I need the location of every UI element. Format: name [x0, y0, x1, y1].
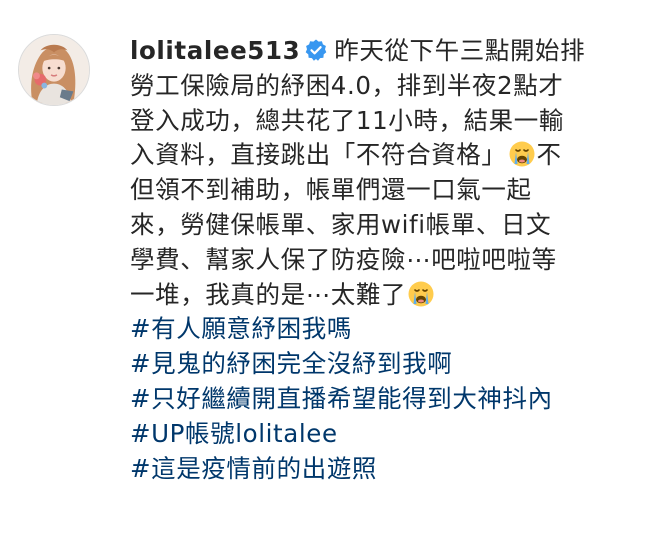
hashtag-link[interactable]: #見鬼的紓困完全沒紓到我啊	[130, 347, 630, 382]
caption-line: 登入成功，總共花了11小時，結果一輸	[130, 105, 564, 135]
caption-line: 入資料，直接跳出「不符合資格」不	[130, 138, 630, 173]
caption-line: 來，勞健保帳單、家用wifi帳單、日文	[130, 209, 552, 239]
verified-badge-icon	[304, 38, 328, 62]
caption-line: 一堆，我真的是⋯太難了	[130, 278, 630, 313]
caption-line: 勞工保險局的紓困4.0，排到半夜2點才	[130, 70, 564, 100]
caption-text: 昨天從下午三點開始排	[334, 36, 586, 65]
hashtag-link[interactable]: #有人願意紓困我嗎	[130, 312, 630, 347]
avatar-illustration	[19, 35, 89, 105]
hashtag-link[interactable]: #只好繼續開直播希望能得到大神抖內	[130, 382, 630, 417]
username-link[interactable]: lolitalee513	[130, 36, 300, 65]
caption-text: 不	[536, 140, 562, 170]
loudly-crying-face-icon	[508, 140, 536, 168]
caption-text: 一堆，我真的是⋯太難了	[130, 279, 407, 309]
hashtag-link[interactable]: #這是疫情前的出遊照	[130, 452, 630, 487]
avatar[interactable]	[18, 34, 90, 106]
hashtag-link[interactable]: #UP帳號lolitalee	[130, 417, 630, 452]
caption-line: 但領不到補助，帳單們還一口氣一起	[130, 175, 532, 205]
caption-line: lolitalee513 昨天從下午三點開始排	[130, 34, 630, 69]
loudly-crying-face-icon	[407, 280, 435, 308]
post-caption: lolitalee513 昨天從下午三點開始排 勞工保險局的紓困4.0，排到半夜2…	[130, 34, 630, 486]
caption-text: 入資料，直接跳出「不符合資格」	[130, 140, 507, 170]
instagram-post-caption: lolitalee513 昨天從下午三點開始排 勞工保險局的紓困4.0，排到半夜2…	[0, 0, 658, 544]
caption-line: 學費、幫家人保了防疫險⋯吧啦吧啦等	[130, 244, 557, 274]
